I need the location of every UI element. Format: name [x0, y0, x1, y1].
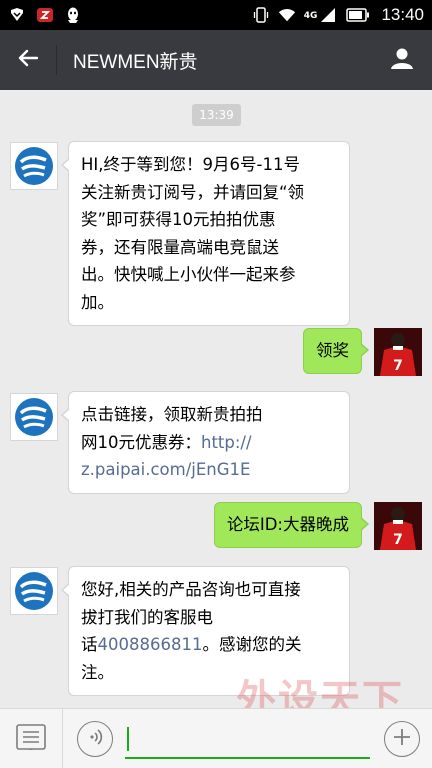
- message-line: 奖”即可获得10元拍拍优惠: [81, 210, 276, 229]
- message-line: 话4008866811。感谢您的关: [81, 631, 337, 659]
- signal-icon: [319, 6, 337, 24]
- text-caret: [127, 726, 129, 751]
- chat-header: NEWMEN新贵: [0, 30, 432, 90]
- status-time: 13:40: [381, 5, 424, 24]
- jersey-number: 7: [393, 532, 403, 548]
- wifi-icon: [278, 6, 296, 24]
- plus-icon: [392, 727, 412, 751]
- qq-icon: [64, 6, 82, 24]
- phone-link[interactable]: 4008866811: [98, 635, 203, 654]
- back-button[interactable]: [0, 30, 56, 90]
- brand-avatar[interactable]: [10, 393, 58, 441]
- message-line: 出。快快喊上小伙伴一起来参: [81, 265, 296, 284]
- message-line: 网10元优惠券：http://: [81, 429, 337, 457]
- message-line: 券，还有限量高端电竞鼠送: [81, 237, 279, 257]
- message-line: 加。: [81, 292, 114, 312]
- message-line: 您好,相关的产品咨询也可直接: [81, 580, 301, 599]
- header-divider: [56, 45, 57, 75]
- message-bubble-incoming[interactable]: 点击链接，领取新贵拍拍 网10元优惠券：http:// z.paipai.com…: [61, 391, 350, 494]
- message-text: 。感谢您的关: [202, 635, 302, 654]
- brand-logo-icon: [15, 572, 53, 610]
- brand-avatar[interactable]: [10, 567, 58, 615]
- status-bar: 4G 13:40: [0, 0, 432, 30]
- brand-logo-icon: [15, 147, 53, 185]
- shield-icon: [8, 6, 26, 24]
- message-line: HI,终于等到您！9月6号-11号: [81, 155, 300, 174]
- person-icon: [390, 46, 414, 74]
- network-type: 4G: [303, 11, 318, 21]
- timestamp-chip: 13:39: [192, 104, 241, 126]
- status-system: 4G 13:40: [252, 5, 424, 25]
- brand-avatar[interactable]: [10, 142, 58, 190]
- message-bubble-outgoing[interactable]: 论坛ID:大器晚成: [213, 502, 370, 548]
- chat-info-button[interactable]: [372, 30, 432, 90]
- message-line: 点击链接，领取新贵拍拍: [81, 405, 263, 424]
- coupon-link[interactable]: http://: [201, 433, 252, 452]
- input-bar: [0, 708, 432, 768]
- coupon-link[interactable]: z.paipai.com/jEnG1E: [81, 456, 337, 484]
- more-options-button[interactable]: [384, 720, 420, 757]
- message-line: 拔打我们的客服电: [81, 607, 213, 627]
- my-avatar[interactable]: 7: [374, 328, 422, 376]
- message-text: 网10元优惠券：: [81, 432, 201, 452]
- message-input[interactable]: [125, 719, 370, 759]
- voice-button[interactable]: [77, 720, 113, 757]
- message-bubble-outgoing[interactable]: 领奖: [303, 328, 369, 374]
- jersey-avatar-icon: 7: [374, 328, 422, 376]
- message-line: 注。: [81, 662, 114, 682]
- message-line: 关注新贵订阅号，并请回复“领: [81, 182, 305, 202]
- jersey-number: 7: [393, 358, 403, 374]
- message-text: 领奖: [316, 341, 349, 360]
- back-arrow-icon: [18, 49, 39, 71]
- my-avatar[interactable]: 7: [374, 502, 422, 550]
- menu-toggle-button[interactable]: [0, 709, 62, 768]
- chat-area[interactable]: 13:39 HI,终于等到您！9月6号-11号 关注新贵订阅号，并请回复“领 奖…: [0, 90, 432, 708]
- brand-logo-icon: [15, 398, 53, 436]
- message-text: 话: [81, 635, 98, 654]
- message-text: 论坛ID:大器晚成: [226, 515, 349, 534]
- vibrate-icon: [252, 6, 270, 24]
- message-bubble-incoming[interactable]: HI,终于等到您！9月6号-11号 关注新贵订阅号，并请回复“领 奖”即可获得1…: [61, 141, 350, 326]
- app-z-icon: [36, 6, 54, 24]
- battery-icon: [345, 6, 371, 24]
- input-divider: [62, 708, 63, 768]
- chat-title: NEWMEN新贵: [73, 51, 198, 73]
- voice-icon: [85, 727, 105, 751]
- menu-keyboard-icon: [16, 723, 46, 754]
- status-notifications: [8, 6, 252, 24]
- jersey-avatar-icon: 7: [374, 502, 422, 550]
- message-bubble-incoming[interactable]: 您好,相关的产品咨询也可直接 拔打我们的客服电 话4008866811。感谢您的…: [61, 566, 350, 696]
